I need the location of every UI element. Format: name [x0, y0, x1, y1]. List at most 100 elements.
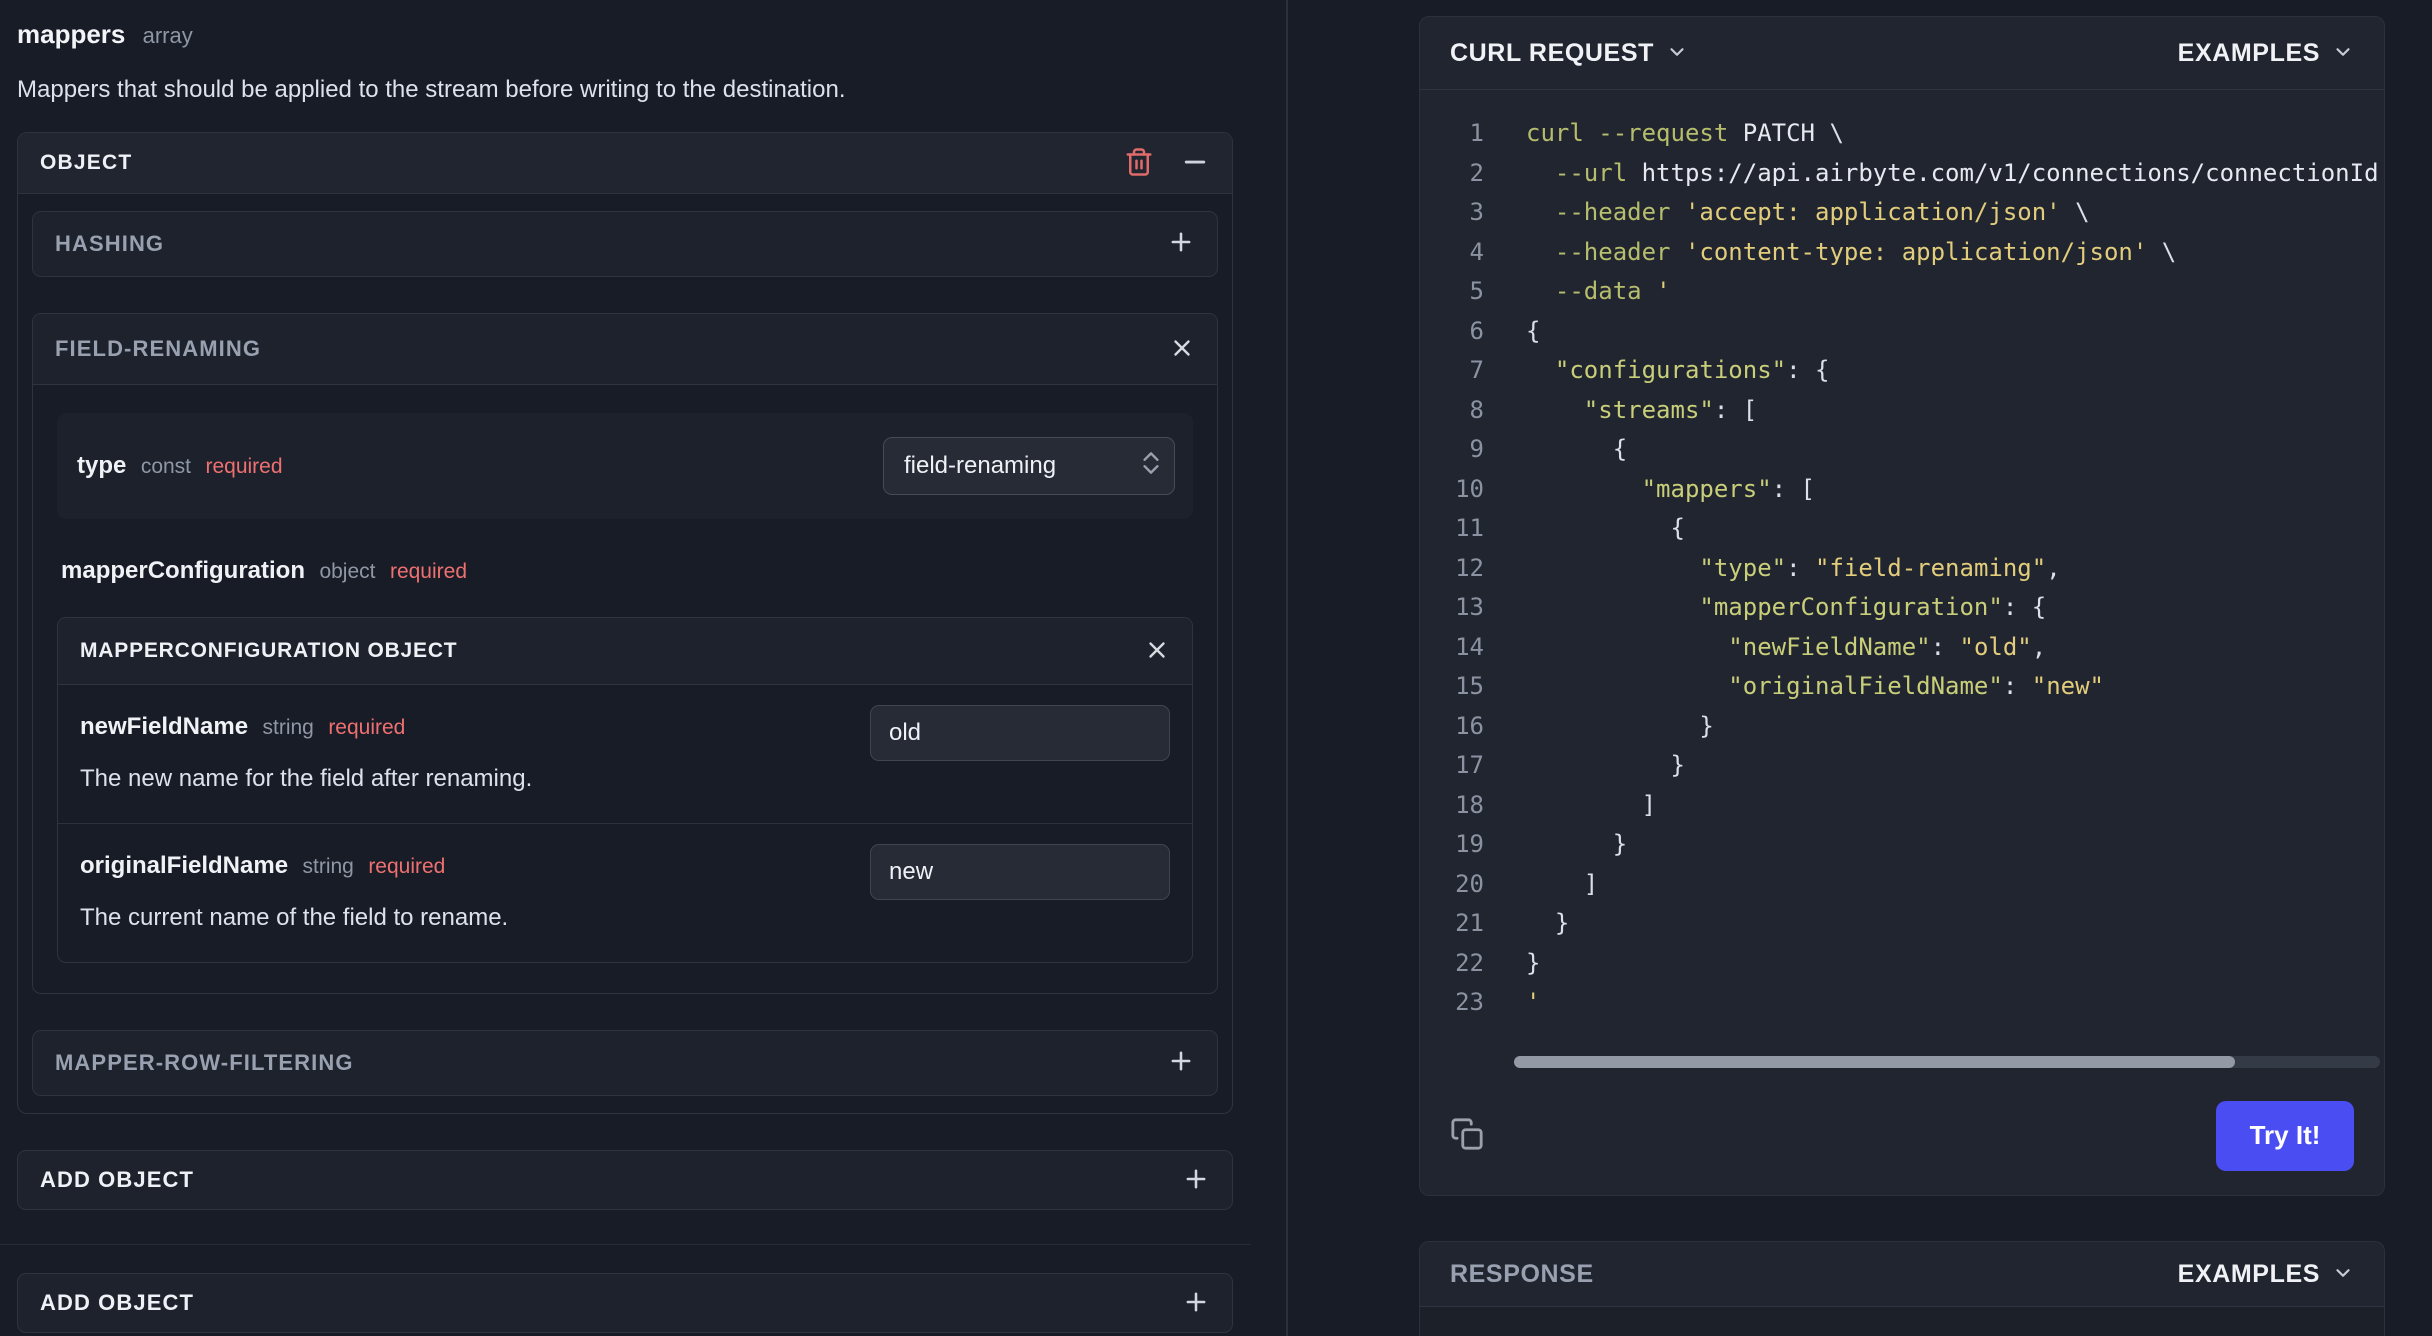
copy-icon — [1450, 1117, 1484, 1154]
hashing-section-label: HASHING — [55, 231, 165, 256]
hashing-section-toggle[interactable]: HASHING — [32, 211, 1218, 277]
chevron-down-icon — [1666, 41, 1688, 66]
property-kind: string — [302, 855, 354, 878]
new-field-name-property-row: newFieldName string required The new nam… — [58, 685, 1192, 823]
code-line: 21 } — [1420, 904, 2384, 944]
line-number: 12 — [1455, 553, 1484, 582]
delete-object-button[interactable] — [1124, 147, 1154, 180]
code-text: ' — [1526, 988, 1541, 1016]
code-line: 9 { — [1420, 430, 2384, 470]
mapper-configuration-card-header: MAPPERCONFIGURATION OBJECT — [58, 618, 1192, 685]
collapse-object-button[interactable] — [1180, 147, 1210, 180]
code-lines: 1 curl --request PATCH \ 2 --url https://a… — [1420, 114, 2384, 1023]
type-select-value: field-renaming — [904, 452, 1057, 479]
try-it-button[interactable]: Try It! — [2216, 1100, 2354, 1171]
line-number: 21 — [1455, 909, 1484, 937]
remove-mapper-configuration-button[interactable] — [1144, 637, 1170, 666]
code-text: curl --request PATCH \ — [1526, 119, 1844, 147]
line-number: 23 — [1455, 988, 1484, 1016]
plus-icon — [1182, 1165, 1210, 1196]
line-number: 1 — [1469, 119, 1484, 147]
property-required-badge: required — [205, 455, 283, 478]
code-text: { — [1612, 435, 1628, 463]
add-object-label: ADD OBJECT — [40, 1167, 195, 1192]
code-line: 5 --data ' — [1420, 272, 2384, 312]
plus-icon — [1167, 228, 1195, 261]
property-name: type — [77, 452, 127, 479]
add-array-item-label: ADD OBJECT — [40, 1290, 195, 1315]
plus-icon — [1182, 1288, 1210, 1319]
request-pane: CURL REQUEST EXAMPLES 1 curl --request P… — [1419, 16, 2385, 1336]
code-text: ] — [1641, 790, 1657, 819]
property-description: The new name for the field after renamin… — [80, 765, 533, 792]
original-field-name-input[interactable] — [870, 844, 1170, 900]
curl-request-panel: CURL REQUEST EXAMPLES 1 curl --request P… — [1419, 16, 2385, 1196]
property-required-badge: required — [328, 716, 406, 739]
line-number: 10 — [1455, 474, 1484, 503]
line-number: 18 — [1455, 790, 1484, 819]
line-number: 11 — [1455, 514, 1484, 542]
api-docs-page: mappers array Mappers that should be app… — [0, 0, 2432, 1336]
add-array-item-button[interactable]: ADD OBJECT — [17, 1273, 1233, 1333]
code-line: 14 "newFieldName": "old", — [1420, 628, 2384, 668]
response-panel: RESPONSE EXAMPLES — [1419, 1241, 2385, 1336]
type-select[interactable]: field-renaming — [883, 437, 1175, 495]
scrollbar-thumb[interactable] — [1514, 1056, 2235, 1068]
object-card-body: HASHING FIELD-RENAMING type const requir… — [18, 194, 1232, 1113]
property-name: mapperConfiguration — [61, 557, 305, 584]
line-number: 22 — [1455, 948, 1484, 977]
line-number: 14 — [1455, 632, 1484, 661]
code-text: { — [1670, 514, 1685, 542]
code-line: 1 curl --request PATCH \ — [1420, 114, 2384, 154]
trash-icon — [1124, 147, 1154, 180]
code-line: 17 } — [1420, 746, 2384, 786]
response-examples-dropdown[interactable]: EXAMPLES — [2178, 1260, 2354, 1289]
curl-request-dropdown[interactable]: CURL REQUEST — [1450, 39, 1688, 68]
field-description: Mappers that should be applied to the st… — [17, 76, 846, 103]
line-number: 3 — [1469, 198, 1484, 226]
line-number: 4 — [1469, 237, 1484, 266]
line-number: 16 — [1455, 711, 1484, 740]
add-object-button[interactable]: ADD OBJECT — [17, 1150, 1233, 1210]
code-line: 22} — [1420, 944, 2384, 984]
property-required-badge: required — [389, 560, 468, 583]
code-text: } — [1526, 948, 1541, 977]
line-number: 17 — [1455, 751, 1484, 779]
code-line: 4 --header 'content-type: application/js… — [1420, 233, 2384, 273]
object-card-actions — [1124, 147, 1210, 180]
code-line: 18 ] — [1420, 786, 2384, 826]
mapper-row-filtering-section-label: MAPPER-ROW-FILTERING — [55, 1050, 354, 1075]
field-heading: mappers array — [17, 18, 1233, 52]
property-kind: string — [262, 716, 314, 739]
mapper-object-card: OBJECT HASHING FIELD-RENAMING type const… — [17, 132, 1233, 1114]
type-property-label: type const required — [77, 452, 283, 480]
response-title: RESPONSE — [1450, 1259, 1594, 1288]
chevron-down-icon — [2332, 41, 2354, 66]
request-examples-dropdown[interactable]: EXAMPLES — [2178, 39, 2354, 68]
pane-divider — [1286, 0, 1288, 1336]
code-line: 6{ — [1420, 312, 2384, 352]
field-name: mappers — [17, 19, 126, 49]
code-text: "configurations": { — [1554, 356, 1830, 384]
code-line: 12 "type": "field-renaming", — [1420, 549, 2384, 589]
response-examples-label: EXAMPLES — [2177, 1259, 2320, 1288]
curl-request-title: CURL REQUEST — [1450, 38, 1654, 67]
copy-code-button[interactable] — [1450, 1117, 1484, 1154]
remove-field-renaming-button[interactable] — [1169, 335, 1195, 364]
schema-pane: mappers array Mappers that should be app… — [0, 0, 1251, 1333]
code-text: { — [1526, 316, 1541, 345]
original-field-name-property-row: originalFieldName string required The cu… — [58, 823, 1192, 962]
line-number: 7 — [1469, 356, 1484, 384]
code-line: 2 --url https://api.airbyte.com/v1/conne… — [1420, 154, 2384, 194]
code-text: "streams": [ — [1583, 395, 1758, 424]
field-renaming-section: FIELD-RENAMING type const required field… — [32, 313, 1218, 994]
new-field-name-input[interactable] — [870, 705, 1170, 761]
code-editor: 1 curl --request PATCH \ 2 --url https://a… — [1420, 90, 2384, 1076]
code-line: 3 --header 'accept: application/json' \ — [1420, 193, 2384, 233]
section-divider — [0, 1244, 1251, 1245]
line-number: 2 — [1469, 158, 1484, 187]
code-text: "mappers": [ — [1641, 474, 1815, 503]
horizontal-scrollbar[interactable] — [1514, 1056, 2380, 1068]
mapper-row-filtering-section-toggle[interactable]: MAPPER-ROW-FILTERING — [32, 1030, 1218, 1096]
property-kind: object — [319, 560, 376, 583]
